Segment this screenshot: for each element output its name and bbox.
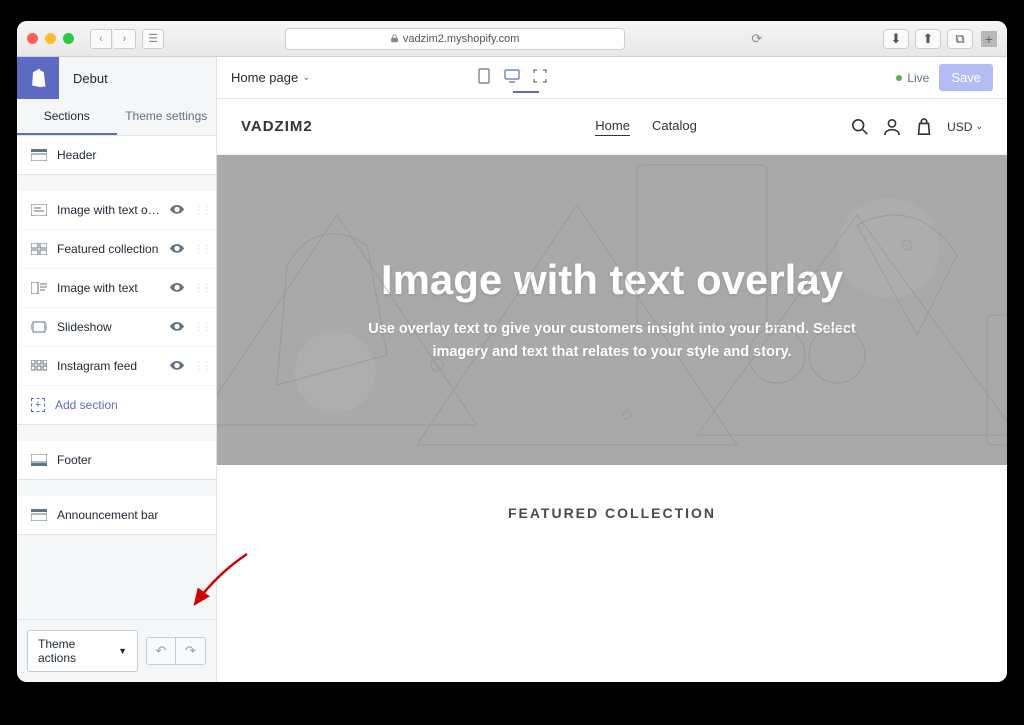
reload-icon[interactable]: ⟳ <box>751 31 762 47</box>
image-text-icon <box>31 282 47 294</box>
featured-collection-heading: FEATURED COLLECTION <box>217 465 1007 541</box>
visibility-icon[interactable] <box>170 359 184 373</box>
section-instagram-feed[interactable]: Instagram feed ⋮⋮ <box>17 347 216 386</box>
visibility-icon[interactable] <box>170 320 184 334</box>
section-header[interactable]: Header <box>17 136 216 174</box>
section-image-with-text[interactable]: Image with text ⋮⋮ <box>17 269 216 308</box>
chevron-down-icon: ⌄ <box>302 72 310 83</box>
preview-pane: VADZIM2 Home Catalog USD⌄ <box>217 99 1007 682</box>
hero-placeholder-illustration <box>217 155 1007 465</box>
section-slideshow[interactable]: Slideshow ⋮⋮ <box>17 308 216 347</box>
section-label: Slideshow <box>57 320 160 334</box>
page-selector-label: Home page <box>231 70 298 85</box>
add-section-button[interactable]: + Add section <box>17 386 216 424</box>
collection-icon <box>31 243 47 255</box>
announcement-icon <box>31 509 47 521</box>
store-brand[interactable]: VADZIM2 <box>241 118 441 135</box>
slideshow-icon <box>31 321 47 333</box>
add-section-label: Add section <box>55 398 202 412</box>
url-text: vadzim2.myshopify.com <box>403 33 520 45</box>
sidebar-toggle-button[interactable]: ☰ <box>142 29 164 49</box>
hero-section: Image with text overlay Use overlay text… <box>217 155 1007 465</box>
footer-section-icon <box>31 454 47 466</box>
drag-handle-icon[interactable]: ⋮⋮ <box>194 361 202 372</box>
tab-theme-settings[interactable]: Theme settings <box>117 99 217 135</box>
theme-name-label: Debut <box>59 57 217 99</box>
caret-down-icon: ▼ <box>118 646 127 656</box>
section-icon <box>31 149 47 161</box>
desktop-viewport-button[interactable] <box>499 63 525 89</box>
live-label: Live <box>907 71 929 85</box>
shopify-logo[interactable] <box>17 57 59 99</box>
drag-handle-icon[interactable]: ⋮⋮ <box>194 283 202 294</box>
sections-body: Image with text ov... ⋮⋮ Featured collec… <box>17 191 216 425</box>
fullscreen-viewport-button[interactable] <box>527 63 553 89</box>
visibility-icon[interactable] <box>170 242 184 256</box>
save-button[interactable]: Save <box>939 64 993 91</box>
live-status: Live <box>896 71 929 85</box>
section-featured-collection[interactable]: Featured collection ⋮⋮ <box>17 230 216 269</box>
maximize-window-icon[interactable] <box>63 33 74 44</box>
section-footer[interactable]: Footer <box>17 441 216 479</box>
instagram-icon <box>31 360 47 372</box>
visibility-icon[interactable] <box>170 281 184 295</box>
drag-handle-icon[interactable]: ⋮⋮ <box>194 205 202 216</box>
theme-actions-dropdown[interactable]: Theme actions ▼ <box>27 630 138 672</box>
editor-sidebar: Sections Theme settings Header <box>17 99 217 682</box>
tabs-button[interactable]: ⧉ <box>947 29 973 49</box>
plus-icon: + <box>31 398 45 412</box>
section-label: Featured collection <box>57 242 160 256</box>
section-label: Instagram feed <box>57 359 160 373</box>
minimize-window-icon[interactable] <box>45 33 56 44</box>
live-dot-icon <box>896 75 902 81</box>
section-announcement-bar[interactable]: Announcement bar <box>17 496 216 534</box>
section-label: Announcement bar <box>57 508 202 522</box>
storefront-nav: Home Catalog <box>441 118 851 136</box>
account-icon[interactable] <box>883 118 901 136</box>
address-bar[interactable]: vadzim2.myshopify.com <box>285 28 625 50</box>
page-selector[interactable]: Home page ⌄ <box>231 70 311 85</box>
storefront-header: VADZIM2 Home Catalog USD⌄ <box>217 99 1007 155</box>
undo-button[interactable]: ↶ <box>146 637 176 665</box>
section-label: Image with text ov... <box>57 203 160 217</box>
close-window-icon[interactable] <box>27 33 38 44</box>
drag-handle-icon[interactable]: ⋮⋮ <box>194 244 202 255</box>
nav-link-home[interactable]: Home <box>595 118 630 136</box>
chevron-down-icon: ⌄ <box>975 121 983 132</box>
theme-actions-label: Theme actions <box>38 637 114 665</box>
visibility-icon[interactable] <box>170 203 184 217</box>
forward-button[interactable]: › <box>114 29 136 49</box>
drag-handle-icon[interactable]: ⋮⋮ <box>194 322 202 333</box>
image-text-overlay-icon <box>31 204 47 216</box>
new-tab-button[interactable]: + <box>981 31 997 47</box>
section-label: Header <box>57 148 202 162</box>
browser-chrome: ‹ › ☰ vadzim2.myshopify.com ⟳ ⬇ ⬆ ⧉ + <box>17 21 1007 57</box>
nav-link-catalog[interactable]: Catalog <box>652 118 697 136</box>
lock-icon <box>390 34 399 43</box>
redo-button[interactable]: ↷ <box>176 637 206 665</box>
section-image-with-text-overlay[interactable]: Image with text ov... ⋮⋮ <box>17 191 216 230</box>
back-button[interactable]: ‹ <box>90 29 112 49</box>
section-label: Image with text <box>57 281 160 295</box>
share-button[interactable]: ⬆ <box>915 29 941 49</box>
tab-sections[interactable]: Sections <box>17 99 117 135</box>
mobile-viewport-button[interactable] <box>471 63 497 89</box>
viewport-switcher <box>471 63 553 93</box>
download-button[interactable]: ⬇ <box>883 29 909 49</box>
search-icon[interactable] <box>851 118 869 136</box>
window-controls <box>27 33 74 44</box>
currency-selector[interactable]: USD⌄ <box>947 120 983 134</box>
cart-icon[interactable] <box>915 118 933 136</box>
section-label: Footer <box>57 453 202 467</box>
